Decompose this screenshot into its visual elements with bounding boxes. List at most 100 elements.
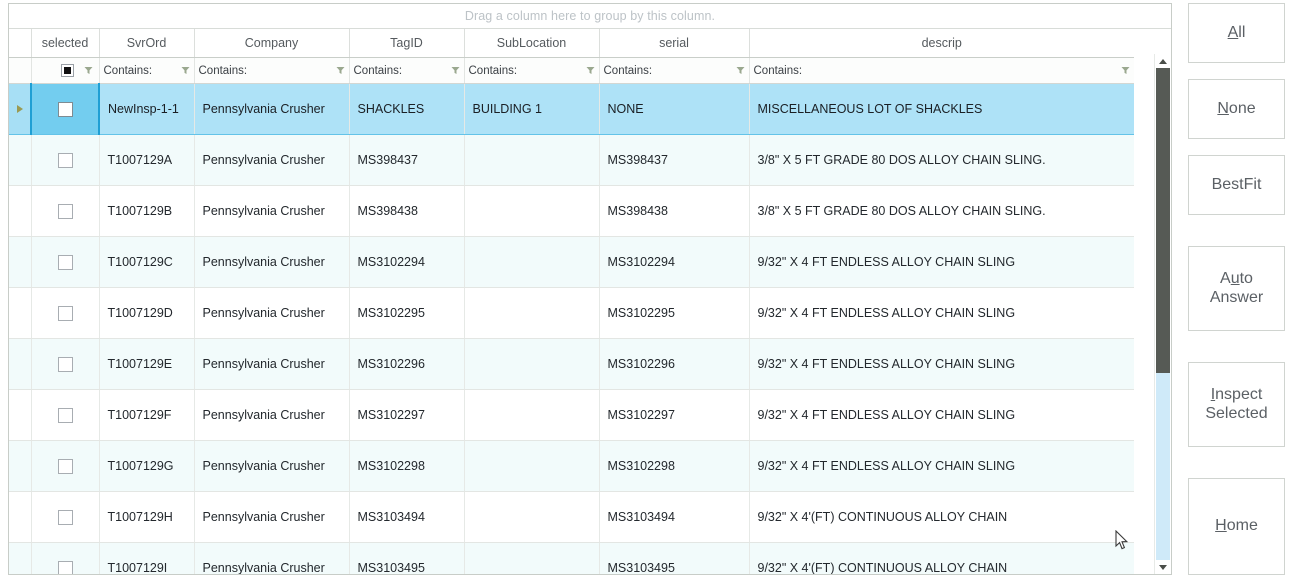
- table-row[interactable]: T1007129G Pennsylvania Crusher MS3102298 MS…: [9, 440, 1134, 492]
- cell-tagid[interactable]: MS3102294: [349, 236, 465, 288]
- column-header-sublocation[interactable]: SubLocation: [464, 29, 600, 58]
- table-row[interactable]: NewInsp-1-1 Pennsylvania Crusher SHACKLES B…: [9, 83, 1134, 135]
- row-indicator-cell[interactable]: [9, 491, 32, 543]
- cell-company[interactable]: Pennsylvania Crusher: [194, 338, 350, 390]
- cell-tagid[interactable]: MS3102295: [349, 287, 465, 339]
- filter-funnel-icon[interactable]: [84, 66, 93, 75]
- home-button[interactable]: Home: [1188, 478, 1285, 575]
- row-select-checkbox-cell[interactable]: [31, 185, 100, 237]
- cell-descrip[interactable]: MISCELLANEOUS LOT OF SHACKLES: [749, 83, 1134, 135]
- cell-sublocation[interactable]: [464, 287, 600, 339]
- cell-svrord[interactable]: T1007129E: [99, 338, 195, 390]
- row-select-checkbox[interactable]: [57, 305, 73, 321]
- table-row[interactable]: T1007129A Pennsylvania Crusher MS398437 MS3…: [9, 134, 1134, 186]
- cell-company[interactable]: Pennsylvania Crusher: [194, 491, 350, 543]
- cell-descrip[interactable]: 9/32" X 4 FT ENDLESS ALLOY CHAIN SLING: [749, 389, 1134, 441]
- cell-tagid[interactable]: MS3102296: [349, 338, 465, 390]
- cell-descrip[interactable]: 9/32" X 4 FT ENDLESS ALLOY CHAIN SLING: [749, 338, 1134, 390]
- indeterminate-checkbox-icon[interactable]: [60, 64, 74, 77]
- cell-company[interactable]: Pennsylvania Crusher: [194, 440, 350, 492]
- cell-serial[interactable]: MS3102295: [599, 287, 750, 339]
- table-row[interactable]: T1007129C Pennsylvania Crusher MS3102294 MS…: [9, 236, 1134, 288]
- row-select-checkbox-cell[interactable]: [31, 287, 100, 339]
- cell-serial[interactable]: MS3102294: [599, 236, 750, 288]
- row-select-checkbox-cell[interactable]: [31, 389, 100, 441]
- vertical-scrollbar[interactable]: [1154, 54, 1171, 574]
- row-select-checkbox[interactable]: [57, 407, 73, 423]
- row-indicator-cell[interactable]: [9, 389, 32, 441]
- cell-company[interactable]: Pennsylvania Crusher: [194, 542, 350, 574]
- column-header-selected[interactable]: selected: [31, 29, 100, 58]
- row-indicator-cell[interactable]: [9, 287, 32, 339]
- cell-sublocation[interactable]: BUILDING 1: [464, 83, 600, 135]
- scrollbar-thumb[interactable]: [1156, 68, 1170, 373]
- scroll-up-arrow-icon[interactable]: [1155, 54, 1171, 68]
- cell-sublocation[interactable]: [464, 491, 600, 543]
- cell-sublocation[interactable]: [464, 236, 600, 288]
- select-all-button[interactable]: All: [1188, 3, 1285, 63]
- row-select-checkbox[interactable]: [57, 509, 73, 525]
- row-select-checkbox-cell[interactable]: [31, 440, 100, 492]
- best-fit-button[interactable]: BestFit: [1188, 155, 1285, 215]
- table-row[interactable]: T1007129B Pennsylvania Crusher MS398438 MS3…: [9, 185, 1134, 237]
- filter-funnel-icon[interactable]: [181, 66, 190, 75]
- cell-serial[interactable]: MS3102296: [599, 338, 750, 390]
- select-none-button[interactable]: None: [1188, 79, 1285, 139]
- cell-descrip[interactable]: 3/8" X 5 FT GRADE 80 DOS ALLOY CHAIN SLI…: [749, 134, 1134, 186]
- row-select-checkbox[interactable]: [57, 203, 73, 219]
- row-indicator-cell[interactable]: [9, 440, 32, 492]
- inspect-selected-button[interactable]: Inspect Selected: [1188, 362, 1285, 447]
- cell-sublocation[interactable]: [464, 389, 600, 441]
- cell-company[interactable]: Pennsylvania Crusher: [194, 389, 350, 441]
- cell-sublocation[interactable]: [464, 542, 600, 574]
- cell-svrord[interactable]: T1007129B: [99, 185, 195, 237]
- cell-tagid[interactable]: MS3103495: [349, 542, 465, 574]
- cell-sublocation[interactable]: [464, 440, 600, 492]
- cell-company[interactable]: Pennsylvania Crusher: [194, 236, 350, 288]
- cell-svrord[interactable]: T1007129A: [99, 134, 195, 186]
- row-indicator-cell[interactable]: [9, 338, 32, 390]
- column-header-serial[interactable]: serial: [599, 29, 750, 58]
- filter-cell-descrip[interactable]: Contains:: [749, 57, 1134, 84]
- cell-tagid[interactable]: SHACKLES: [349, 83, 465, 135]
- row-select-checkbox-cell[interactable]: [30, 83, 100, 135]
- filter-funnel-icon[interactable]: [736, 66, 745, 75]
- column-header-descrip[interactable]: descrip: [749, 29, 1134, 58]
- cell-serial[interactable]: MS3103494: [599, 491, 750, 543]
- cell-svrord[interactable]: T1007129G: [99, 440, 195, 492]
- cell-svrord[interactable]: T1007129D: [99, 287, 195, 339]
- row-indicator-cell[interactable]: [9, 236, 32, 288]
- cell-descrip[interactable]: 9/32" X 4'(FT) CONTINUOUS ALLOY CHAIN: [749, 542, 1134, 574]
- row-select-checkbox[interactable]: [57, 152, 73, 168]
- cell-svrord[interactable]: T1007129F: [99, 389, 195, 441]
- cell-serial[interactable]: MS3103495: [599, 542, 750, 574]
- row-select-checkbox[interactable]: [57, 254, 73, 270]
- column-header-company[interactable]: Company: [194, 29, 350, 58]
- row-select-checkbox[interactable]: [57, 101, 73, 117]
- row-select-checkbox-cell[interactable]: [31, 338, 100, 390]
- cell-sublocation[interactable]: [464, 134, 600, 186]
- column-header-tagid[interactable]: TagID: [349, 29, 465, 58]
- row-select-checkbox-cell[interactable]: [31, 134, 100, 186]
- row-select-checkbox-cell[interactable]: [31, 491, 100, 543]
- row-indicator-cell[interactable]: [9, 542, 32, 574]
- filter-cell-company[interactable]: Contains:: [194, 57, 350, 84]
- cell-company[interactable]: Pennsylvania Crusher: [194, 287, 350, 339]
- row-indicator-cell[interactable]: [9, 185, 32, 237]
- filter-funnel-icon[interactable]: [336, 66, 345, 75]
- cell-svrord[interactable]: T1007129H: [99, 491, 195, 543]
- cell-serial[interactable]: MS398437: [599, 134, 750, 186]
- group-by-drop-area[interactable]: Drag a column here to group by this colu…: [9, 4, 1171, 29]
- table-row[interactable]: T1007129I Pennsylvania Crusher MS3103495 MS…: [9, 542, 1134, 574]
- auto-answer-button[interactable]: Auto Answer: [1188, 246, 1285, 331]
- scroll-down-arrow-icon[interactable]: [1155, 560, 1171, 574]
- cell-company[interactable]: Pennsylvania Crusher: [194, 185, 350, 237]
- cell-serial[interactable]: MS398438: [599, 185, 750, 237]
- cell-descrip[interactable]: 9/32" X 4 FT ENDLESS ALLOY CHAIN SLING: [749, 236, 1134, 288]
- cell-serial[interactable]: NONE: [599, 83, 750, 135]
- cell-serial[interactable]: MS3102297: [599, 389, 750, 441]
- filter-cell-sublocation[interactable]: Contains:: [464, 57, 600, 84]
- cell-sublocation[interactable]: [464, 338, 600, 390]
- row-indicator-cell[interactable]: [9, 83, 32, 135]
- row-select-checkbox-cell[interactable]: [31, 236, 100, 288]
